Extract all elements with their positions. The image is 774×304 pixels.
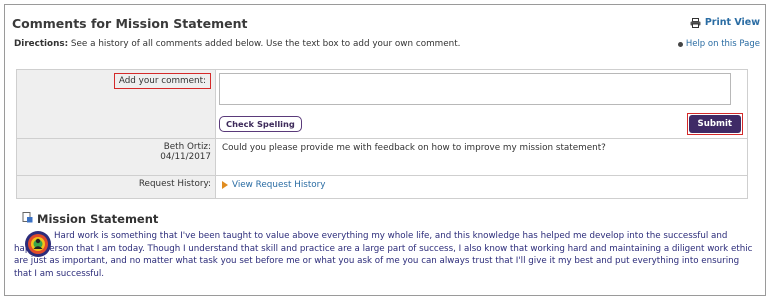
add-comment-input-cell: Check Spelling Submit — [215, 69, 748, 139]
view-request-history-label: View Request History — [232, 180, 326, 190]
check-spelling-button[interactable]: Check Spelling — [219, 116, 302, 132]
comment-date: 04/11/2017 — [160, 152, 211, 162]
print-view-label: Print View — [704, 17, 760, 28]
add-comment-row: Add your comment: Check Spelling Submit — [16, 69, 748, 139]
document-icon — [22, 212, 33, 226]
comment-text: Could you please provide me with feedbac… — [215, 138, 748, 176]
directions-label: Directions: — [14, 39, 69, 49]
mission-avatar-icon — [24, 230, 52, 258]
directions: Directions: See a history of all comment… — [14, 39, 460, 49]
submit-button[interactable]: Submit — [688, 115, 741, 133]
printer-icon — [690, 17, 701, 28]
request-history-row: Request History: View Request History — [16, 175, 748, 199]
comment-textarea[interactable] — [219, 73, 731, 105]
request-history-cell: View Request History — [215, 175, 748, 199]
page-title: Comments for Mission Statement — [12, 16, 248, 31]
mission-statement-text: Hard work is something that I've been ta… — [14, 231, 753, 279]
view-request-history-link[interactable]: View Request History — [222, 180, 741, 190]
comment-form-table: Add your comment: Check Spelling Submit … — [16, 69, 748, 199]
comment-author-cell: Beth Ortiz: 04/11/2017 — [16, 138, 216, 176]
mission-title: Mission Statement — [37, 212, 159, 226]
directions-text: See a history of all comments added belo… — [68, 39, 461, 49]
print-view-link[interactable]: Print View — [690, 17, 760, 28]
arrow-right-icon — [222, 181, 228, 189]
mission-section-title: Mission Statement — [22, 212, 158, 226]
comment-history-row: Beth Ortiz: 04/11/2017 Could you please … — [16, 138, 748, 176]
help-link[interactable]: Help on this Page — [677, 39, 760, 49]
add-comment-label-cell: Add your comment: — [16, 69, 216, 139]
comment-author: Beth Ortiz: — [163, 142, 211, 152]
help-icon — [677, 41, 683, 47]
request-history-label: Request History: — [16, 175, 216, 199]
help-link-label: Help on this Page — [685, 39, 760, 49]
add-comment-label: Add your comment: — [113, 73, 211, 89]
submit-highlight: Submit — [686, 113, 743, 135]
comment-actions: Check Spelling Submit — [219, 113, 743, 135]
